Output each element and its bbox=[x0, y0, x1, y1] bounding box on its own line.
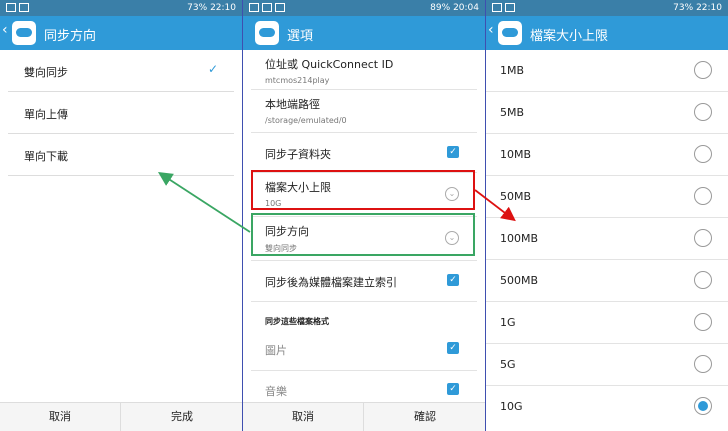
dialog-footer: 取消 完成 bbox=[0, 402, 242, 431]
app-bar: 選項 bbox=[243, 16, 485, 50]
time-text: 20:04 bbox=[453, 3, 479, 13]
app-logo-icon bbox=[12, 21, 36, 45]
done-button[interactable]: 完成 bbox=[122, 403, 242, 431]
radio-button[interactable] bbox=[694, 355, 712, 373]
checkbox-checked-icon[interactable]: ✓ bbox=[447, 342, 459, 354]
option-label: 5G bbox=[500, 358, 516, 371]
battery-text: 73% bbox=[187, 3, 208, 13]
battery-text: 73% bbox=[673, 3, 694, 13]
status-bar: 73% 22:10 bbox=[0, 0, 242, 16]
setting-title: 同步後為媒體檔案建立索引 bbox=[265, 276, 397, 289]
status-bar: 73% 22:10 bbox=[486, 0, 728, 16]
page-title: 檔案大小上限 bbox=[530, 29, 609, 44]
option-label: 10MB bbox=[500, 148, 532, 161]
radio-button[interactable] bbox=[694, 271, 712, 289]
cancel-button[interactable]: 取消 bbox=[243, 403, 364, 431]
notification-icon bbox=[19, 3, 29, 12]
page-title: 選項 bbox=[287, 29, 314, 44]
checkbox-checked-icon[interactable]: ✓ bbox=[447, 274, 459, 286]
file-size-limit-panel: 73% 22:10 ‹ 檔案大小上限 1MB 5MB 10MB 50MB 100… bbox=[486, 0, 728, 431]
setting-value: /storage/emulated/0 bbox=[265, 116, 347, 125]
setting-media-index[interactable]: 同步後為媒體檔案建立索引 ✓ bbox=[251, 261, 477, 302]
section-header: 同步這些檔案格式 bbox=[251, 302, 477, 330]
setting-address[interactable]: 位址或 QuickConnect ID mtcmos214play bbox=[251, 50, 477, 90]
section-label: 同步這些檔案格式 bbox=[265, 317, 329, 326]
list-item-upload-only[interactable]: 單向上傳 bbox=[8, 92, 234, 134]
notification-icon bbox=[249, 3, 259, 12]
app-bar: ‹ 同步方向 bbox=[0, 16, 242, 50]
option-5mb[interactable]: 5MB bbox=[486, 92, 728, 134]
format-images[interactable]: 圖片 ✓ bbox=[251, 330, 477, 371]
notification-icon bbox=[492, 3, 502, 12]
option-1mb[interactable]: 1MB bbox=[486, 50, 728, 92]
radio-button[interactable] bbox=[694, 187, 712, 205]
time-text: 22:10 bbox=[696, 3, 722, 13]
option-10mb[interactable]: 10MB bbox=[486, 134, 728, 176]
option-100mb[interactable]: 100MB bbox=[486, 218, 728, 260]
setting-title: 本地端路徑 bbox=[265, 98, 320, 111]
option-10g[interactable]: 10G bbox=[486, 386, 728, 427]
notification-icon bbox=[275, 3, 285, 12]
format-title: 音樂 bbox=[265, 385, 287, 398]
radio-button[interactable] bbox=[694, 145, 712, 163]
radio-button[interactable] bbox=[694, 103, 712, 121]
option-1g[interactable]: 1G bbox=[486, 302, 728, 344]
option-label: 10G bbox=[500, 400, 523, 413]
setting-title: 位址或 QuickConnect ID bbox=[265, 58, 394, 71]
dialog-footer: 取消 確認 bbox=[243, 402, 485, 431]
confirm-button[interactable]: 確認 bbox=[365, 403, 485, 431]
notification-icon bbox=[6, 3, 16, 12]
status-bar: 89% 20:04 bbox=[243, 0, 485, 16]
notification-icon bbox=[505, 3, 515, 12]
option-label: 5MB bbox=[500, 106, 525, 119]
highlight-box-green bbox=[251, 213, 475, 256]
option-label: 50MB bbox=[500, 190, 532, 203]
setting-title: 同步子資料夾 bbox=[265, 148, 331, 161]
back-icon[interactable]: ‹ bbox=[488, 22, 494, 38]
list-item-two-way[interactable]: 雙向同步 ✓ bbox=[8, 50, 234, 92]
option-50mb[interactable]: 50MB bbox=[486, 176, 728, 218]
option-5g[interactable]: 5G bbox=[486, 344, 728, 386]
options-panel: 89% 20:04 選項 位址或 QuickConnect ID mtcmos2… bbox=[243, 0, 485, 431]
check-icon: ✓ bbox=[207, 62, 218, 76]
option-label: 1G bbox=[500, 316, 516, 329]
list-item-label: 雙向同步 bbox=[24, 66, 68, 79]
option-label: 500MB bbox=[500, 274, 539, 287]
radio-button[interactable] bbox=[694, 229, 712, 247]
cancel-button[interactable]: 取消 bbox=[0, 403, 121, 431]
option-label: 100MB bbox=[500, 232, 539, 245]
app-logo-icon bbox=[255, 21, 279, 45]
notification-icon bbox=[262, 3, 272, 12]
checkbox-checked-icon[interactable]: ✓ bbox=[447, 383, 459, 395]
time-text: 22:10 bbox=[210, 3, 236, 13]
app-bar: ‹ 檔案大小上限 bbox=[486, 16, 728, 50]
list-item-download-only[interactable]: 單向下載 bbox=[8, 134, 234, 176]
format-title: 圖片 bbox=[265, 344, 287, 357]
list-item-label: 單向下載 bbox=[24, 150, 68, 163]
list-item-label: 單向上傳 bbox=[24, 108, 68, 121]
radio-button[interactable] bbox=[694, 313, 712, 331]
back-icon[interactable]: ‹ bbox=[2, 22, 8, 38]
setting-local-path[interactable]: 本地端路徑 /storage/emulated/0 bbox=[251, 90, 477, 133]
battery-text: 89% bbox=[430, 3, 451, 13]
option-label: 1MB bbox=[500, 64, 525, 77]
sync-direction-panel: 73% 22:10 ‹ 同步方向 雙向同步 ✓ 單向上傳 單向下載 取消 完成 bbox=[0, 0, 242, 431]
radio-button[interactable] bbox=[694, 61, 712, 79]
option-500mb[interactable]: 500MB bbox=[486, 260, 728, 302]
radio-button-selected[interactable] bbox=[694, 397, 712, 415]
checkbox-checked-icon[interactable]: ✓ bbox=[447, 146, 459, 158]
app-logo-icon bbox=[498, 21, 522, 45]
highlight-box-red bbox=[251, 170, 475, 210]
page-title: 同步方向 bbox=[44, 29, 97, 44]
setting-value: mtcmos214play bbox=[265, 76, 330, 85]
setting-sync-subfolders[interactable]: 同步子資料夾 ✓ bbox=[251, 133, 477, 173]
